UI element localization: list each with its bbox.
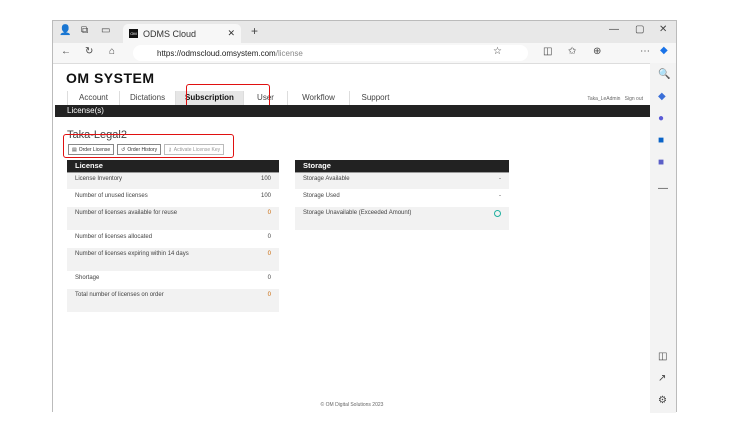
row-label: Total number of licenses on order xyxy=(67,288,237,313)
row-label: Storage Unavailable (Exceeded Amount) xyxy=(295,206,476,231)
workspaces-icon[interactable]: ⧉ xyxy=(81,25,88,36)
tools-icon[interactable]: ● xyxy=(658,113,664,124)
add-icon[interactable]: — xyxy=(658,183,668,194)
copilot-icon[interactable]: ◆ xyxy=(660,45,668,56)
search-icon[interactable]: 🔍 xyxy=(658,69,670,80)
storage-table: Storage Storage Available - Storage Used - S… xyxy=(295,160,509,231)
external-icon[interactable]: ↗ xyxy=(658,373,666,384)
nav-workflow[interactable]: Workflow xyxy=(287,91,349,105)
favicon-icon: OM xyxy=(129,29,138,38)
row-label: Shortage xyxy=(67,271,237,289)
outlook-icon[interactable]: ■ xyxy=(658,135,664,146)
table-row: Total number of licenses on order 0 xyxy=(67,288,279,313)
row-label: Number of licenses expiring within 14 da… xyxy=(67,247,237,272)
row-value: 0 xyxy=(236,247,279,272)
row-value: 0 xyxy=(236,271,279,289)
tab-actions-icon[interactable]: ▭ xyxy=(101,25,110,36)
table-row: Storage Used - xyxy=(295,189,509,207)
row-value: 0 xyxy=(236,230,279,248)
refresh-icon[interactable]: ↻ xyxy=(85,46,93,57)
row-label: License Inventory xyxy=(67,172,237,190)
web-page: OM SYSTEM Account Dictations Subscriptio… xyxy=(53,63,651,413)
sign-out-link[interactable]: Sign out xyxy=(625,96,643,102)
back-icon[interactable]: ← xyxy=(61,46,71,57)
nav-account[interactable]: Account xyxy=(67,91,119,105)
table-row: Number of licenses available for reuse 0 xyxy=(67,206,279,231)
row-value: 100 xyxy=(236,172,279,190)
row-value: 0 xyxy=(236,288,279,313)
user-area: Taka_LeAdmin Sign out xyxy=(587,96,643,102)
favorite-icon[interactable]: ☆ xyxy=(493,46,502,57)
table-row: Storage Available - xyxy=(295,172,509,190)
settings-icon[interactable]: ⚙ xyxy=(658,395,667,406)
row-label: Number of unused licenses xyxy=(67,189,237,207)
footer: © OM Digital Solutions 2023 xyxy=(320,402,384,408)
favorites-icon[interactable]: ✩ xyxy=(568,46,576,57)
row-label: Number of licenses available for reuse xyxy=(67,206,237,231)
row-value: 100 xyxy=(236,189,279,207)
title-bar: 👤 ⧉ ▭ OM ODMS Cloud ✕ + — ▢ ✕ xyxy=(53,21,676,43)
address-input[interactable]: https://odmscloud.omsystem.com/license xyxy=(133,45,528,61)
minimize-icon[interactable]: — xyxy=(609,24,619,35)
row-label: Number of licenses allocated xyxy=(67,230,237,248)
profile-icon[interactable]: 👤 xyxy=(59,25,71,36)
highlight-buttons xyxy=(63,134,234,158)
status-circle-icon xyxy=(494,209,501,217)
url-path: /license xyxy=(275,48,303,58)
browser-tab[interactable]: OM ODMS Cloud ✕ xyxy=(123,24,241,43)
section-bar: License(s) xyxy=(55,105,651,117)
table-row: Number of licenses expiring within 14 da… xyxy=(67,247,279,272)
more-icon[interactable]: ⋯ xyxy=(640,46,650,57)
close-window-icon[interactable]: ✕ xyxy=(659,24,667,35)
row-value xyxy=(475,206,509,231)
row-label: Storage Available xyxy=(295,172,476,190)
maximize-icon[interactable]: ▢ xyxy=(635,24,644,35)
new-tab-icon[interactable]: + xyxy=(251,24,258,38)
edge-sidebar: 🔍 ◆ ● ■ ■ — ◫ ↗ ⚙ xyxy=(650,63,676,413)
nav-support[interactable]: Support xyxy=(349,91,401,105)
storage-header: Storage xyxy=(295,160,509,173)
nav-dictations[interactable]: Dictations xyxy=(119,91,175,105)
row-value: - xyxy=(475,189,509,207)
table-row: License Inventory 100 xyxy=(67,172,279,190)
teams-icon[interactable]: ■ xyxy=(658,157,664,168)
user-name[interactable]: Taka_LeAdmin xyxy=(587,96,620,102)
address-bar-row: ← ↻ ⌂ https://odmscloud.omsystem.com/lic… xyxy=(53,43,676,63)
shopping-icon[interactable]: ◆ xyxy=(658,91,666,102)
table-row: Storage Unavailable (Exceeded Amount) xyxy=(295,206,509,231)
home-icon[interactable]: ⌂ xyxy=(109,46,115,57)
table-row: Number of unused licenses 100 xyxy=(67,189,279,207)
close-tab-icon[interactable]: ✕ xyxy=(227,28,235,39)
table-row: Shortage 0 xyxy=(67,271,279,289)
url-host: https://odmscloud.omsystem.com xyxy=(157,48,276,58)
split-screen-icon[interactable]: ◫ xyxy=(543,46,552,57)
license-table: License License Inventory 100 Number of un… xyxy=(67,160,279,313)
browser-window: 👤 ⧉ ▭ OM ODMS Cloud ✕ + — ▢ ✕ ← ↻ ⌂ http… xyxy=(52,20,677,413)
row-value: - xyxy=(475,172,509,190)
tab-title: ODMS Cloud xyxy=(143,28,197,39)
om-system-logo: OM SYSTEM xyxy=(66,70,155,86)
table-row: Number of licenses allocated 0 xyxy=(67,230,279,248)
license-header: License xyxy=(67,160,279,173)
sidebar-toggle-icon[interactable]: ◫ xyxy=(658,351,667,362)
collections-icon[interactable]: ⊕ xyxy=(593,46,601,57)
row-value: 0 xyxy=(236,206,279,231)
row-label: Storage Used xyxy=(295,189,476,207)
